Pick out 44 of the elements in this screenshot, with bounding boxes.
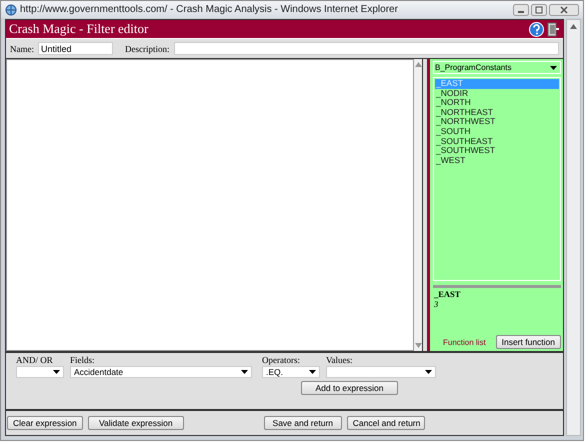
filter-label: AND/ OR: [16, 355, 54, 365]
filter-label: Fields:: [70, 355, 96, 365]
action-button[interactable]: Save and return: [264, 416, 342, 430]
name-field[interactable]: Untitled: [38, 42, 113, 55]
filter-dropdown[interactable]: [16, 366, 64, 378]
constants-dropdown[interactable]: B_ProgramConstants: [433, 61, 561, 74]
action-button[interactable]: Cancel and return: [346, 416, 425, 430]
minimize-icon[interactable]: [513, 4, 529, 16]
filter-dropdown[interactable]: .EQ.: [262, 366, 320, 378]
constant-item[interactable]: _NORTH: [435, 98, 559, 108]
caret-icon: [550, 66, 557, 70]
constant-item[interactable]: _SOUTH: [435, 126, 559, 137]
caret-icon: [425, 370, 432, 374]
page-title: Crash Magic - Filter editor: [9, 21, 150, 37]
description-label: Description:: [125, 44, 170, 54]
constant-item[interactable]: _NORTHEAST: [435, 108, 559, 118]
constant-item[interactable]: _NORTHWEST: [435, 117, 559, 127]
caret-icon: [241, 370, 248, 374]
description-field[interactable]: [174, 42, 559, 55]
constant-value: 3: [434, 299, 440, 309]
function-list-label: Function list: [443, 338, 486, 346]
name-label: Name:: [10, 44, 34, 54]
caret-icon: [53, 370, 60, 374]
caret-icon: [309, 370, 316, 374]
constant-item[interactable]: _SOUTHWEST: [435, 146, 559, 156]
page-scrollbar[interactable]: [566, 19, 581, 436]
globe-icon: [5, 4, 17, 16]
action-button[interactable]: Validate expression: [88, 416, 184, 430]
add-to-expression-button[interactable]: Add to expression: [301, 381, 398, 395]
constant-name: _EAST: [434, 289, 462, 299]
constant-item[interactable]: _SOUTHEAST: [435, 136, 559, 146]
help-icon[interactable]: [529, 22, 544, 36]
window-title: http://www.governmenttools.com/ - Crash Magic Analysis - Windows Internet Explorer: [20, 4, 399, 15]
constant-item[interactable]: _WEST: [435, 156, 559, 166]
constant-item[interactable]: _NODIR: [435, 88, 559, 98]
filter-label: Operators:: [262, 355, 301, 365]
exit-door-icon[interactable]: [547, 22, 560, 36]
action-button[interactable]: Clear expression: [7, 416, 83, 430]
insert-function-button[interactable]: Insert function: [496, 335, 561, 349]
filter-label: Values:: [326, 355, 354, 365]
close-icon[interactable]: [549, 4, 579, 16]
filter-dropdown[interactable]: Accidentdate: [70, 366, 252, 378]
scroll-up-icon[interactable]: [570, 24, 577, 29]
maximize-icon[interactable]: [531, 4, 547, 16]
